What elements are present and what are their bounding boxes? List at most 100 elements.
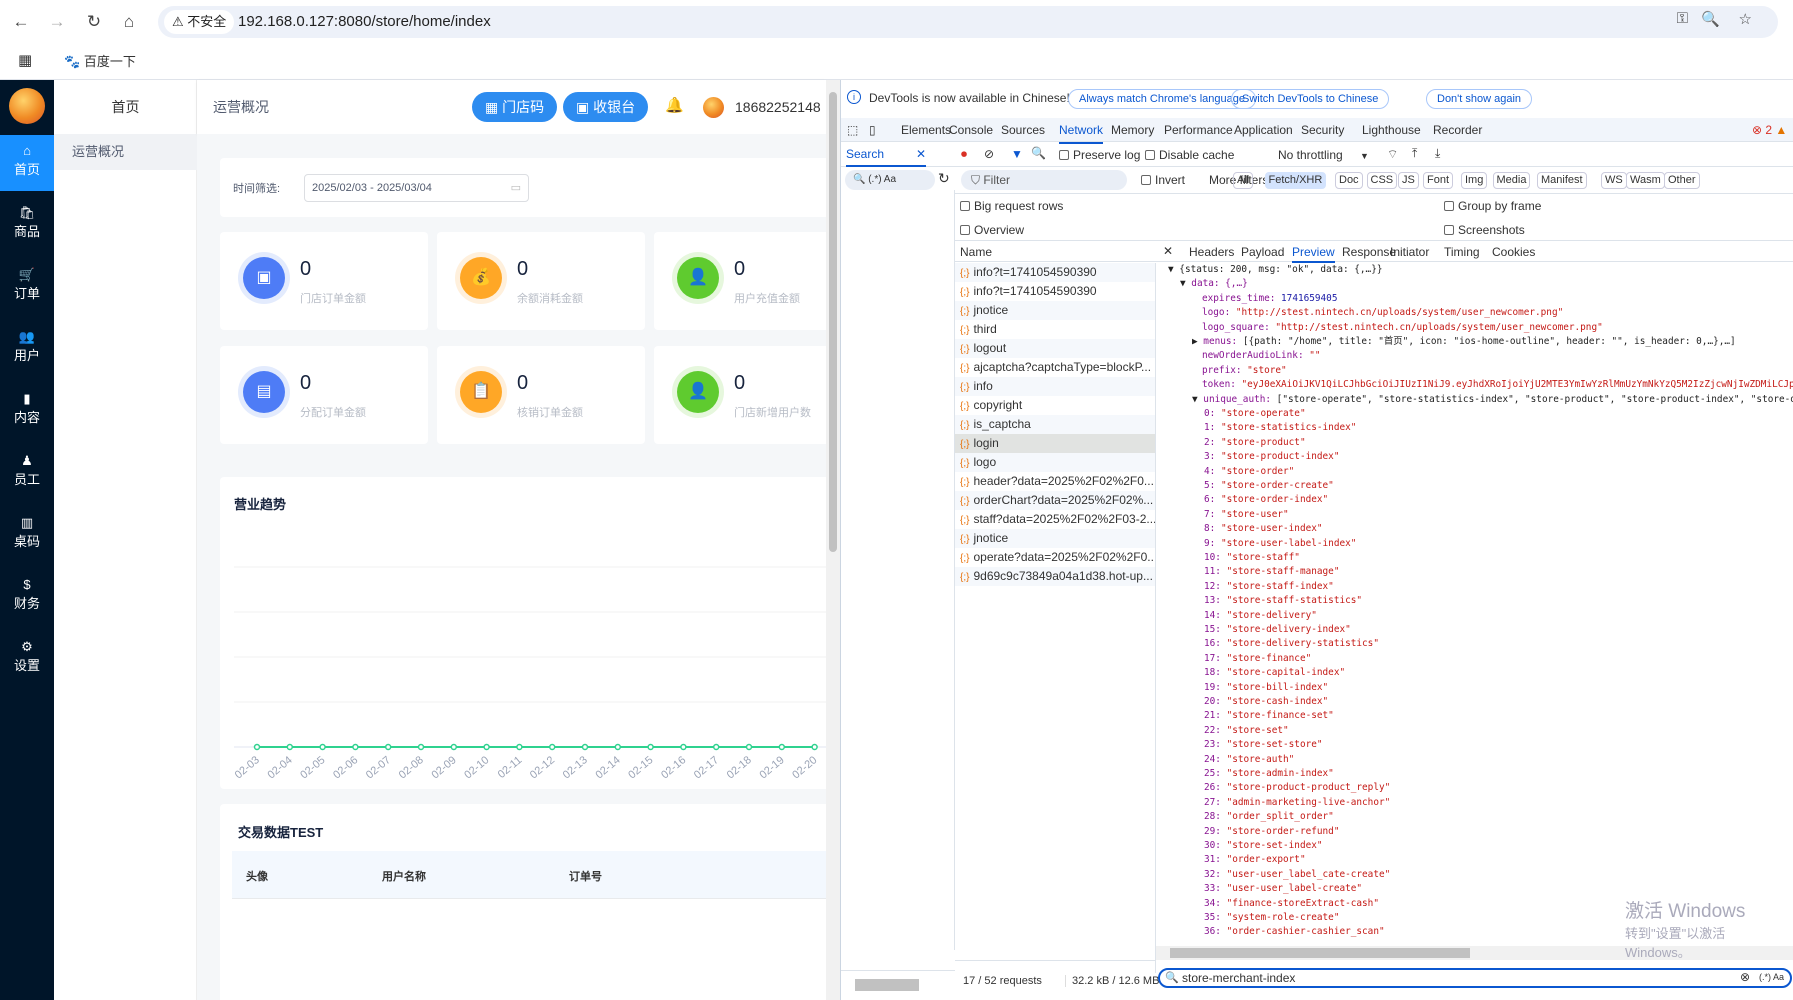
detail-tab-cookies[interactable]: Cookies	[1492, 245, 1535, 259]
user-phone[interactable]: 18682252148	[735, 80, 821, 134]
type-filter-other[interactable]: Other	[1664, 172, 1700, 189]
regex-case-toggles[interactable]: (.*) Aa	[1759, 972, 1784, 982]
tab-network[interactable]: Network	[1059, 118, 1104, 144]
type-filter-fetch-xhr[interactable]: Fetch/XHR	[1264, 172, 1327, 189]
type-filter-media[interactable]: Media	[1492, 172, 1531, 189]
filter-input[interactable]: ⛉ Filter	[961, 170, 1127, 190]
name-column-header[interactable]: Name	[960, 245, 992, 259]
request-row[interactable]: {;} info?t=1741054590390	[955, 263, 1155, 282]
collapsed-arrow-icon[interactable]: ▶	[1192, 336, 1203, 347]
close-detail-icon[interactable]: ✕	[1163, 244, 1173, 258]
request-row[interactable]: {;} orderChart?data=2025%2F02%...	[955, 491, 1155, 510]
screenshots-checkbox[interactable]: Screenshots	[1444, 223, 1525, 237]
forward-icon[interactable]: →	[45, 10, 69, 34]
request-row[interactable]: {;} 9d69c9c73849a04a1d38.hot-up...	[955, 567, 1155, 586]
detail-tab-headers[interactable]: Headers	[1189, 245, 1234, 259]
expand-arrow-icon[interactable]: ▼	[1180, 278, 1191, 289]
inspect-icon[interactable]: ⬚	[847, 118, 858, 142]
zoom-icon[interactable]: 🔍	[1701, 10, 1720, 28]
filter-funnel-icon[interactable]: ▼	[1011, 147, 1023, 161]
export-har-icon[interactable]: ⤓	[1435, 146, 1440, 161]
reload-icon[interactable]: ↻	[82, 10, 106, 34]
switch-chinese-button[interactable]: Switch DevTools to Chinese	[1231, 89, 1390, 109]
type-filter-all[interactable]: All	[1233, 172, 1254, 189]
password-key-icon[interactable]: ⚿	[1677, 10, 1688, 27]
search-icon[interactable]: 🔍	[1031, 146, 1046, 160]
tab-lighthouse[interactable]: Lighthouse	[1362, 118, 1421, 142]
tab-sources[interactable]: Sources	[1001, 118, 1045, 142]
request-row[interactable]: {;} jnotice	[955, 529, 1155, 548]
request-row[interactable]: {;} third	[955, 320, 1155, 339]
tab-console[interactable]: Console	[949, 118, 993, 142]
type-filter-css[interactable]: CSS	[1366, 172, 1398, 189]
request-row[interactable]: {;} info?t=1741054590390	[955, 282, 1155, 301]
preview-line[interactable]: ▼ data: {,…}	[1180, 277, 1248, 291]
clear-search-icon[interactable]: ⊗	[1740, 970, 1750, 984]
security-chip[interactable]: ⚠ 不安全	[164, 10, 235, 34]
refresh-search-icon[interactable]: ↻	[938, 170, 950, 187]
sidebar-item-7[interactable]: $ 财务	[0, 569, 54, 625]
detail-tab-initiator[interactable]: Initiator	[1390, 245, 1429, 259]
throttling-select[interactable]: No throttling ▼	[1278, 148, 1369, 162]
request-row[interactable]: {;} logout	[955, 339, 1155, 358]
request-row[interactable]: {;} header?data=2025%2F02%2F0...	[955, 472, 1155, 491]
tab-elements[interactable]: Elements	[901, 118, 951, 142]
sidebar-item-8[interactable]: ⚙ 设置	[0, 631, 54, 687]
match-language-button[interactable]: Always match Chrome's language	[1068, 89, 1256, 109]
cashier-button[interactable]: ▣ 收银台	[563, 92, 649, 122]
search-hscrollbar[interactable]	[841, 970, 955, 1000]
tab-application[interactable]: Application	[1234, 118, 1293, 142]
tab-security[interactable]: Security	[1301, 118, 1344, 142]
type-filter-manifest[interactable]: Manifest	[1537, 172, 1587, 189]
scrollbar-thumb[interactable]	[855, 979, 919, 991]
dont-show-again-button[interactable]: Don't show again	[1426, 89, 1533, 109]
sidebar-item-5[interactable]: ♟ 员工	[0, 445, 54, 501]
network-conditions-icon[interactable]: ⌔	[1387, 147, 1398, 162]
detail-tab-timing[interactable]: Timing	[1444, 245, 1480, 259]
request-row[interactable]: {;} ajcaptcha?captchaType=blockP...	[955, 358, 1155, 377]
store-code-button[interactable]: ▦ 门店码	[472, 92, 558, 122]
type-filter-wasm[interactable]: Wasm	[1626, 172, 1665, 189]
bookmark-star-icon[interactable]: ☆	[1739, 10, 1752, 28]
request-row[interactable]: {;} is_captcha	[955, 415, 1155, 434]
request-row[interactable]: {;} operate?data=2025%2F02%2F0...	[955, 548, 1155, 567]
big-rows-checkbox[interactable]: Big request rows	[960, 199, 1063, 213]
clear-icon[interactable]: ⊘	[984, 147, 994, 161]
type-filter-img[interactable]: Img	[1461, 172, 1488, 189]
type-filter-js[interactable]: JS	[1398, 172, 1419, 189]
scrollbar-thumb[interactable]	[829, 92, 837, 552]
url-text[interactable]: 192.168.0.127:8080/store/home/index	[238, 6, 491, 38]
request-row[interactable]: {;} copyright	[955, 396, 1155, 415]
back-icon[interactable]: ←	[9, 10, 33, 34]
app-logo[interactable]	[9, 88, 45, 124]
invert-checkbox[interactable]: Invert	[1141, 173, 1185, 187]
preview-line[interactable]: ▶ menus: [{path: "/home", title: "首页", i…	[1192, 335, 1736, 349]
page-scrollbar[interactable]	[826, 80, 840, 1000]
tab-memory[interactable]: Memory	[1111, 118, 1154, 142]
close-search-icon[interactable]: ✕	[916, 147, 926, 161]
record-icon[interactable]: ⏺	[961, 147, 967, 162]
error-count[interactable]: ⊗ 2 ▲	[1752, 118, 1787, 142]
request-row[interactable]: {;} logo	[955, 453, 1155, 472]
sidebar-item-2[interactable]: 🛒 订单	[0, 259, 54, 315]
home-icon[interactable]: ⌂	[117, 10, 141, 34]
disable-cache-checkbox[interactable]: Disable cache	[1145, 148, 1234, 162]
request-row[interactable]: {;} login	[955, 434, 1155, 453]
device-toggle-icon[interactable]: ▯	[869, 118, 876, 142]
tab-recorder[interactable]: Recorder	[1433, 118, 1482, 142]
sidebar-item-1[interactable]: 🛍 商品	[0, 197, 54, 253]
tab-performance[interactable]: Performance	[1164, 118, 1233, 142]
address-bar[interactable]: ⚠ 不安全 192.168.0.127:8080/store/home/inde…	[158, 6, 1778, 38]
avatar[interactable]	[703, 97, 724, 118]
overview-checkbox[interactable]: Overview	[960, 223, 1024, 237]
detail-tab-payload[interactable]: Payload	[1241, 245, 1284, 259]
detail-tab-preview[interactable]: Preview	[1292, 245, 1335, 263]
search-in-response-input[interactable]: 🔍 store-merchant-index ⊗ (.*) Aa	[1158, 968, 1792, 988]
date-range-input[interactable]: 2025/02/03 - 2025/03/04 ▭	[304, 174, 529, 202]
detail-tab-response[interactable]: Response	[1342, 245, 1396, 259]
preserve-log-checkbox[interactable]: Preserve log	[1059, 148, 1140, 162]
bell-icon[interactable]: 🔔	[665, 96, 684, 114]
type-filter-doc[interactable]: Doc	[1335, 172, 1363, 189]
request-row[interactable]: {;} jnotice	[955, 301, 1155, 320]
group-by-frame-checkbox[interactable]: Group by frame	[1444, 199, 1541, 213]
